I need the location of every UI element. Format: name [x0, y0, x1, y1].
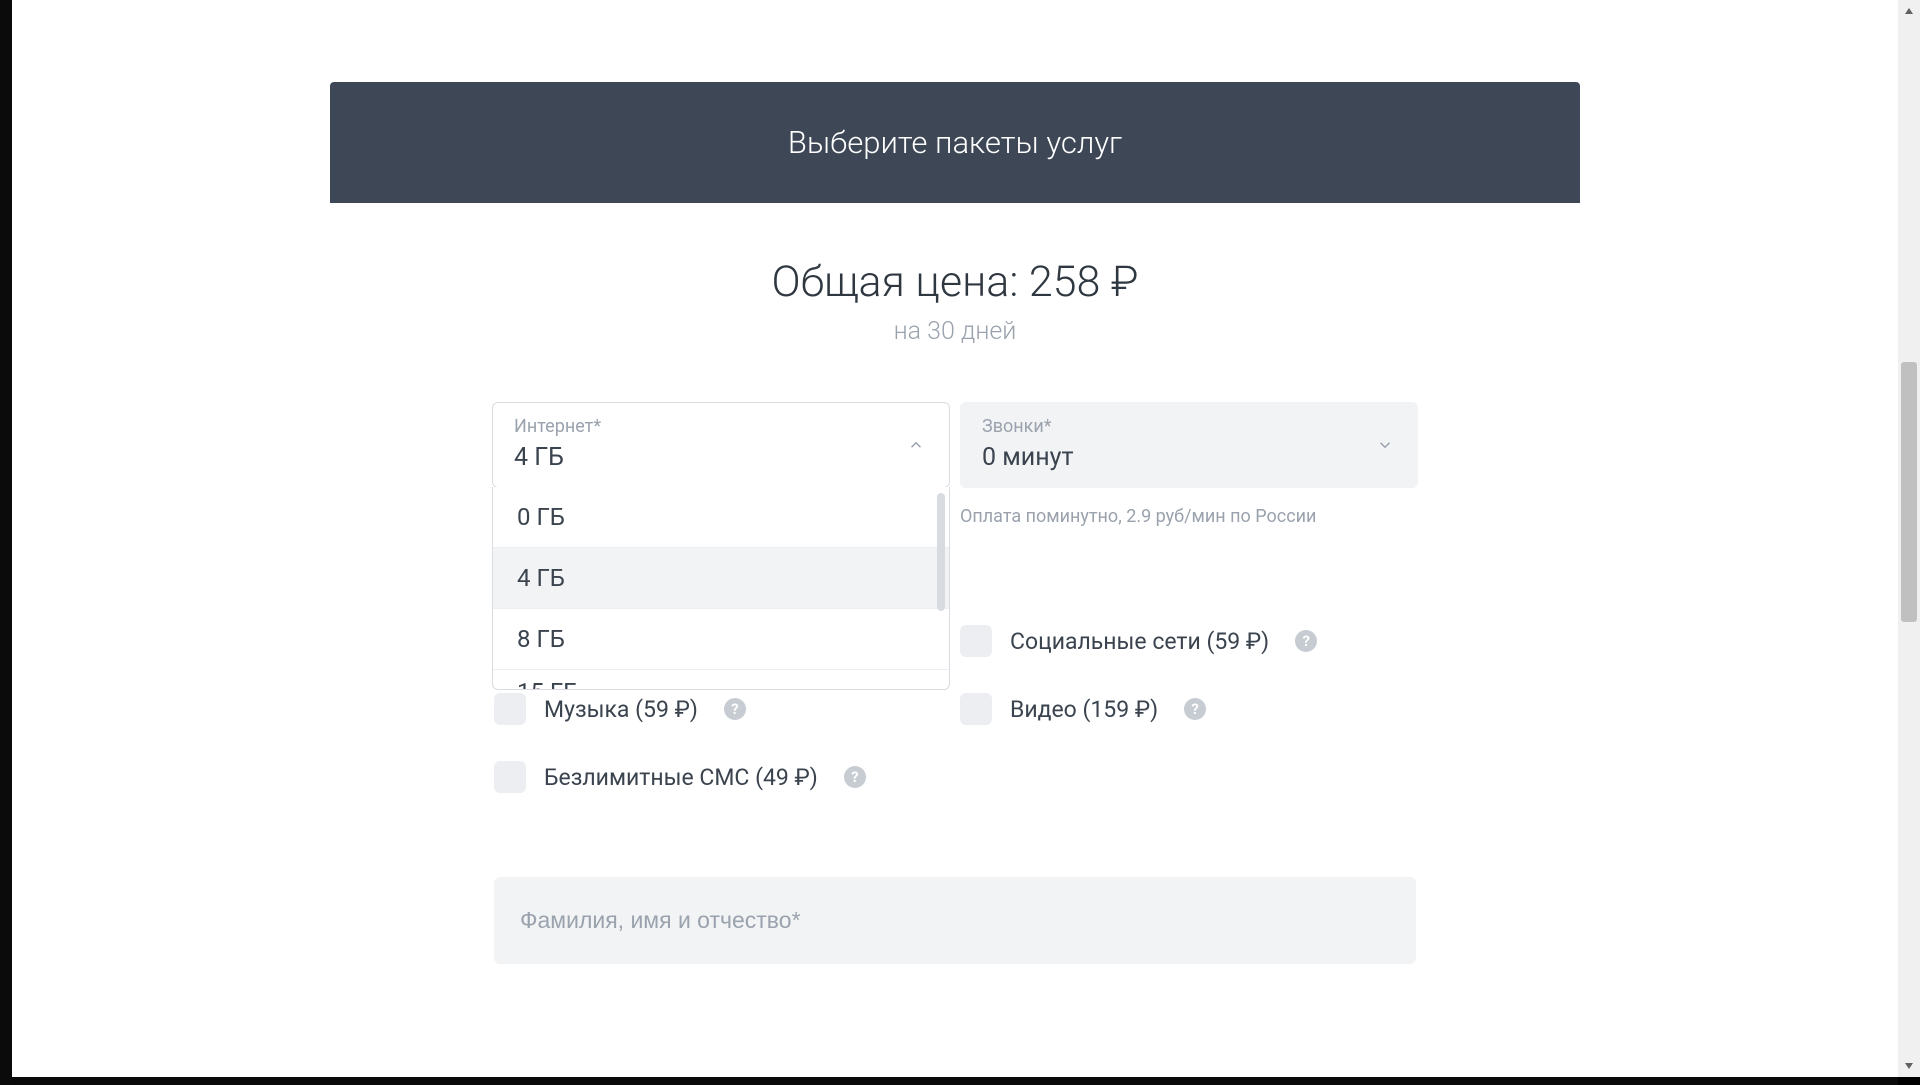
- price-period: на 30 дней: [330, 317, 1580, 346]
- internet-select-value: 4 ГБ: [514, 443, 928, 472]
- chevron-up-icon: [907, 436, 925, 454]
- scroll-track[interactable]: [1898, 22, 1920, 1055]
- full-name-input[interactable]: [494, 877, 1416, 964]
- addon-label: Музыка (59 ₽): [544, 696, 698, 723]
- help-icon[interactable]: ?: [724, 698, 746, 720]
- price-block: Общая цена: 258 ₽ на 30 дней: [330, 203, 1580, 356]
- total-price: Общая цена: 258 ₽: [330, 257, 1580, 307]
- internet-option[interactable]: 15 ГБ: [493, 670, 949, 690]
- internet-select[interactable]: Интернет* 4 ГБ 0 ГБ 4 ГБ 8 ГБ 15 ГБ: [492, 402, 950, 488]
- addon-social[interactable]: Социальные сети (59 ₽) ?: [960, 625, 1416, 657]
- internet-option[interactable]: 0 ГБ: [493, 487, 949, 548]
- internet-option[interactable]: 8 ГБ: [493, 609, 949, 670]
- addon-label: Социальные сети (59 ₽): [1010, 628, 1269, 655]
- os-taskbar-edge: [12, 1077, 1898, 1085]
- addon-music[interactable]: Музыка (59 ₽) ?: [494, 693, 950, 725]
- scroll-thumb[interactable]: [1901, 362, 1917, 622]
- help-icon[interactable]: ?: [1184, 698, 1206, 720]
- checkbox[interactable]: [494, 693, 526, 725]
- card-title: Выберите пакеты услуг: [788, 124, 1122, 161]
- calls-select[interactable]: Звонки* 0 минут: [960, 402, 1418, 488]
- checkbox[interactable]: [494, 761, 526, 793]
- card-header: Выберите пакеты услуг: [330, 82, 1580, 203]
- calls-hint: Оплата поминутно, 2.9 руб/мин по России: [960, 506, 1418, 527]
- chevron-down-icon: [1376, 436, 1394, 454]
- scroll-up-button[interactable]: [1898, 0, 1920, 22]
- checkbox[interactable]: [960, 625, 992, 657]
- addon-video[interactable]: Видео (159 ₽) ?: [960, 693, 1416, 725]
- page-scrollbar[interactable]: [1898, 0, 1920, 1077]
- help-icon[interactable]: ?: [1295, 630, 1317, 652]
- internet-option[interactable]: 4 ГБ: [493, 548, 949, 609]
- os-window-edge: [0, 0, 12, 1085]
- page-content: Выберите пакеты услуг Общая цена: 258 ₽ …: [12, 0, 1898, 1077]
- addon-label: Видео (159 ₽): [1010, 696, 1158, 723]
- scroll-down-button[interactable]: [1898, 1055, 1920, 1077]
- help-icon[interactable]: ?: [844, 766, 866, 788]
- calls-select-label: Звонки*: [982, 416, 1396, 437]
- plan-card: Выберите пакеты услуг Общая цена: 258 ₽ …: [330, 82, 1580, 1024]
- internet-select-label: Интернет*: [514, 416, 928, 437]
- addon-sms[interactable]: Безлимитные СМС (49 ₽) ?: [494, 761, 950, 793]
- dropdown-scrollbar-thumb[interactable]: [937, 493, 945, 611]
- addon-label: Безлимитные СМС (49 ₽): [544, 764, 818, 791]
- internet-dropdown: 0 ГБ 4 ГБ 8 ГБ 15 ГБ: [492, 487, 950, 690]
- checkbox[interactable]: [960, 693, 992, 725]
- calls-select-value: 0 минут: [982, 443, 1396, 472]
